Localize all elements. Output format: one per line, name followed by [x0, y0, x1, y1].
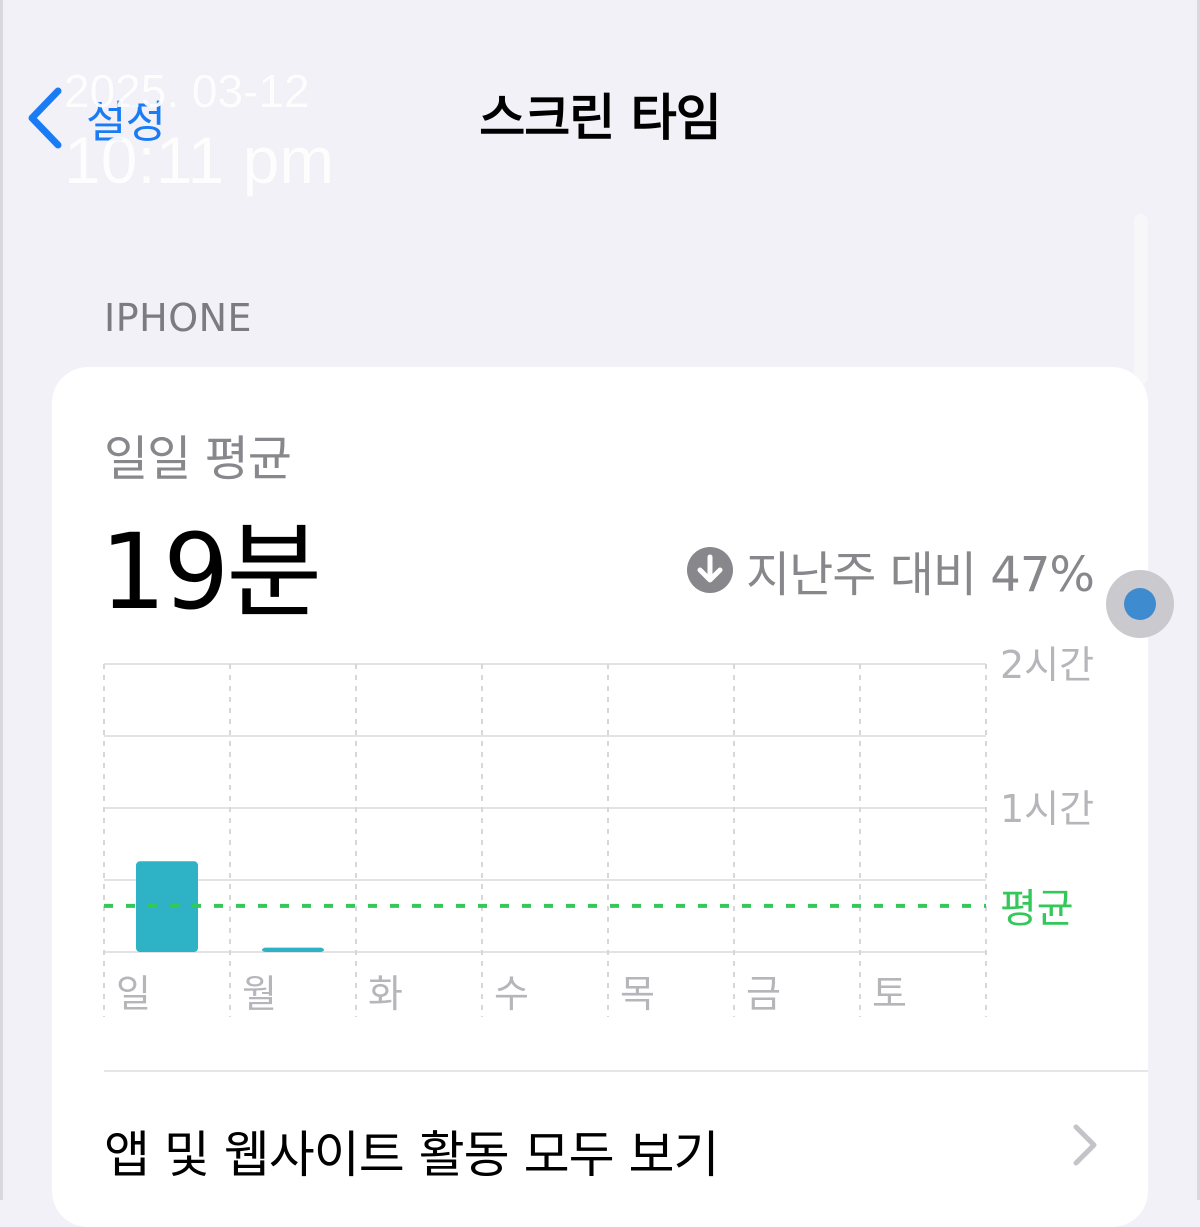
daily-usage-chart: 평균 2시간 1시간일 월 화 수 목 금 토	[103, 643, 1094, 1017]
average-label: 평균	[1000, 886, 1074, 932]
section-header: IPHONE	[104, 296, 253, 340]
page-title: 스크린 타임	[479, 89, 721, 147]
assistive-touch-dot	[1124, 588, 1156, 620]
bar-월	[262, 947, 324, 952]
scroll-indicator[interactable]	[1134, 214, 1148, 384]
x-tick-label: 금	[746, 972, 781, 1016]
y-tick-label: 2시간	[1000, 643, 1094, 687]
x-tick-label: 화	[368, 972, 403, 1016]
x-tick-label: 목	[620, 972, 655, 1016]
chevron-right-icon	[1073, 1124, 1097, 1166]
bar-일	[136, 861, 198, 952]
x-tick-label: 일	[116, 972, 151, 1016]
y-tick-label: 1시간	[1000, 787, 1094, 831]
assistive-touch-button[interactable]	[1106, 570, 1174, 638]
x-tick-label: 수	[494, 972, 529, 1016]
x-tick-label: 토	[872, 972, 907, 1016]
usage-card: 일일 평균 19분 지난주 대비 47% 평균 2시간 1시간 일 월 화 수 목 금 토 앱 및…	[52, 367, 1148, 1227]
all-activity-label: 앱 및 웹사이트 활동 모두 보기	[104, 1126, 719, 1184]
x-tick-label: 월	[242, 972, 277, 1016]
